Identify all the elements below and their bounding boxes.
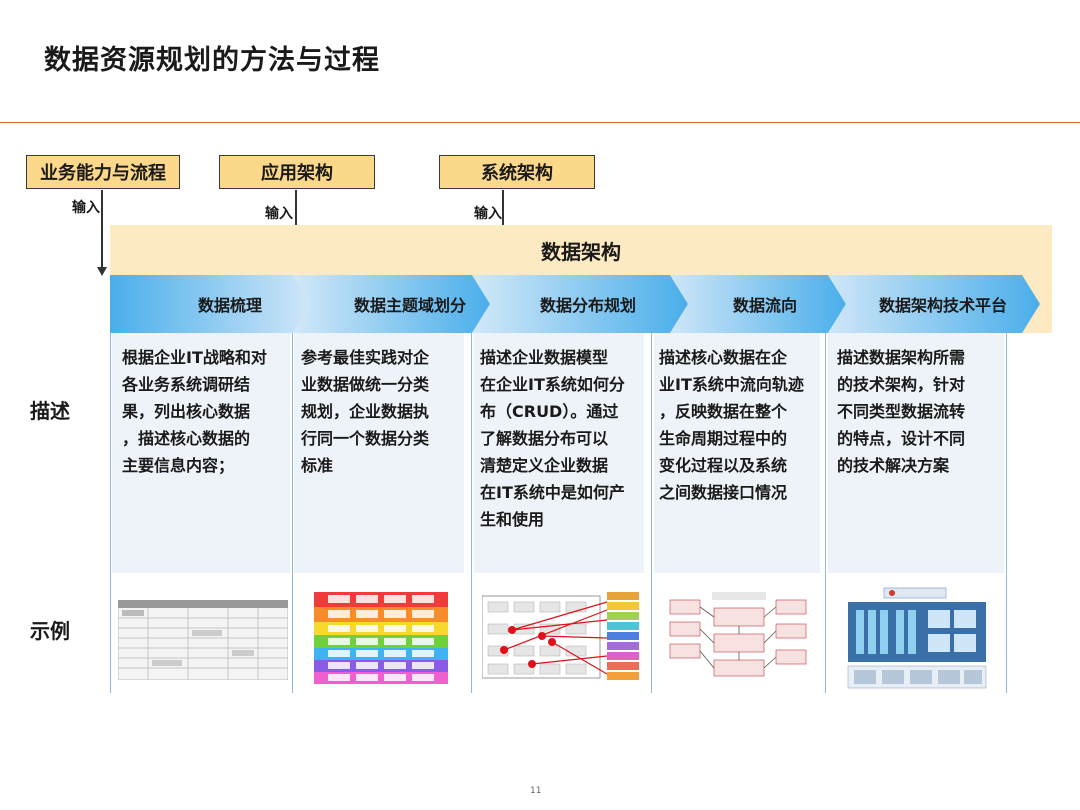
- description-line: 业数据做统一分类: [301, 375, 430, 394]
- description-1: 根据企业IT战略和对 各业务系统调研结 果，列出核心数据 ，描述核心数据的 主要…: [122, 344, 290, 479]
- description-line: 生命周期过程中的: [659, 429, 788, 448]
- description-line: 不同类型数据流转: [837, 402, 966, 421]
- row-label-description: 描述: [30, 399, 70, 423]
- description-line: ，反映数据在整个: [659, 402, 788, 421]
- column-separator: [110, 333, 111, 693]
- page-title: 数据资源规划的方法与过程: [44, 45, 380, 76]
- description-line: 行同一个数据分类: [301, 429, 430, 448]
- description-line: 描述核心数据在企: [659, 348, 788, 367]
- page-number: 11: [530, 786, 542, 796]
- input-label-3: 输入: [474, 206, 502, 222]
- description-3: 描述企业数据模型 在企业IT系统如何分 布（CRUD）。通过 了解数据分布可以 …: [480, 344, 650, 533]
- description-line: 布（CRUD）。通过: [480, 402, 619, 421]
- column-separator: [471, 333, 472, 693]
- step-label-3: 数据分布规划: [539, 296, 636, 315]
- description-line: ，描述核心数据的: [122, 429, 251, 448]
- description-line: 的技术解决方案: [837, 456, 950, 475]
- column-separator: [1006, 333, 1007, 693]
- description-line: 的特点，设计不同: [837, 429, 966, 448]
- input-label-2: 输入: [265, 206, 293, 222]
- description-line: 果，列出核心数据: [122, 402, 251, 421]
- description-line: 在企业IT系统如何分: [480, 375, 625, 394]
- column-separator: [651, 333, 652, 693]
- input-label-1: 输入: [72, 200, 100, 216]
- step-label-4: 数据流向: [732, 296, 797, 315]
- crud-network-thumbnail-icon: [482, 592, 639, 680]
- row-label-example: 示例: [30, 619, 70, 643]
- description-line: 参考最佳实践对企: [301, 348, 430, 367]
- input-arrow-line-1: [101, 190, 103, 268]
- arrow-down-icon: [97, 267, 107, 276]
- description-line: 业IT系统中流向轨迹: [659, 375, 804, 394]
- band-title: 数据架构: [541, 240, 621, 264]
- description-line: 生和使用: [480, 510, 545, 529]
- description-line: 描述企业数据模型: [480, 348, 609, 367]
- description-line: 了解数据分布可以: [480, 429, 609, 448]
- step-label-5: 数据架构技术平台: [878, 296, 1007, 315]
- column-separator: [825, 333, 826, 693]
- description-4: 描述核心数据在企 业IT系统中流向轨迹 ，反映数据在整个 生命周期过程中的 变化…: [659, 344, 824, 506]
- description-2: 参考最佳实践对企 业数据做统一分类 规划，企业数据执 行同一个数据分类 标准: [301, 344, 466, 479]
- flow-chart-thumbnail-icon: [664, 590, 814, 684]
- description-5: 描述数据架构所需 的技术架构，针对 不同类型数据流转 的特点，设计不同 的技术解…: [837, 344, 1005, 479]
- description-line: 各业务系统调研结: [122, 375, 251, 394]
- description-line: 清楚定义企业数据: [480, 456, 609, 475]
- column-separator: [292, 333, 293, 693]
- description-line: 根据企业IT战略和对: [122, 348, 267, 367]
- table-thumbnail-icon: [118, 600, 288, 680]
- description-line: 标准: [301, 456, 334, 475]
- description-line: 在IT系统中是如何产: [480, 483, 625, 502]
- input-box-business: 业务能力与流程: [26, 155, 180, 189]
- step-label-2: 数据主题域划分: [353, 296, 466, 315]
- title-divider: [0, 122, 1080, 123]
- description-line: 的技术架构，针对: [837, 375, 966, 394]
- description-line: 变化过程以及系统: [659, 456, 788, 475]
- input-box-system: 系统架构: [439, 155, 595, 189]
- description-line: 主要信息内容；: [122, 456, 235, 475]
- description-line: 之间数据接口情况: [659, 483, 788, 502]
- step-label-1: 数据梳理: [197, 296, 262, 315]
- input-box-application: 应用架构: [219, 155, 375, 189]
- platform-architecture-thumbnail-icon: [842, 586, 994, 690]
- color-grid-thumbnail-icon: [314, 592, 448, 684]
- description-line: 规划，企业数据执: [301, 402, 430, 421]
- description-line: 描述数据架构所需: [837, 348, 966, 367]
